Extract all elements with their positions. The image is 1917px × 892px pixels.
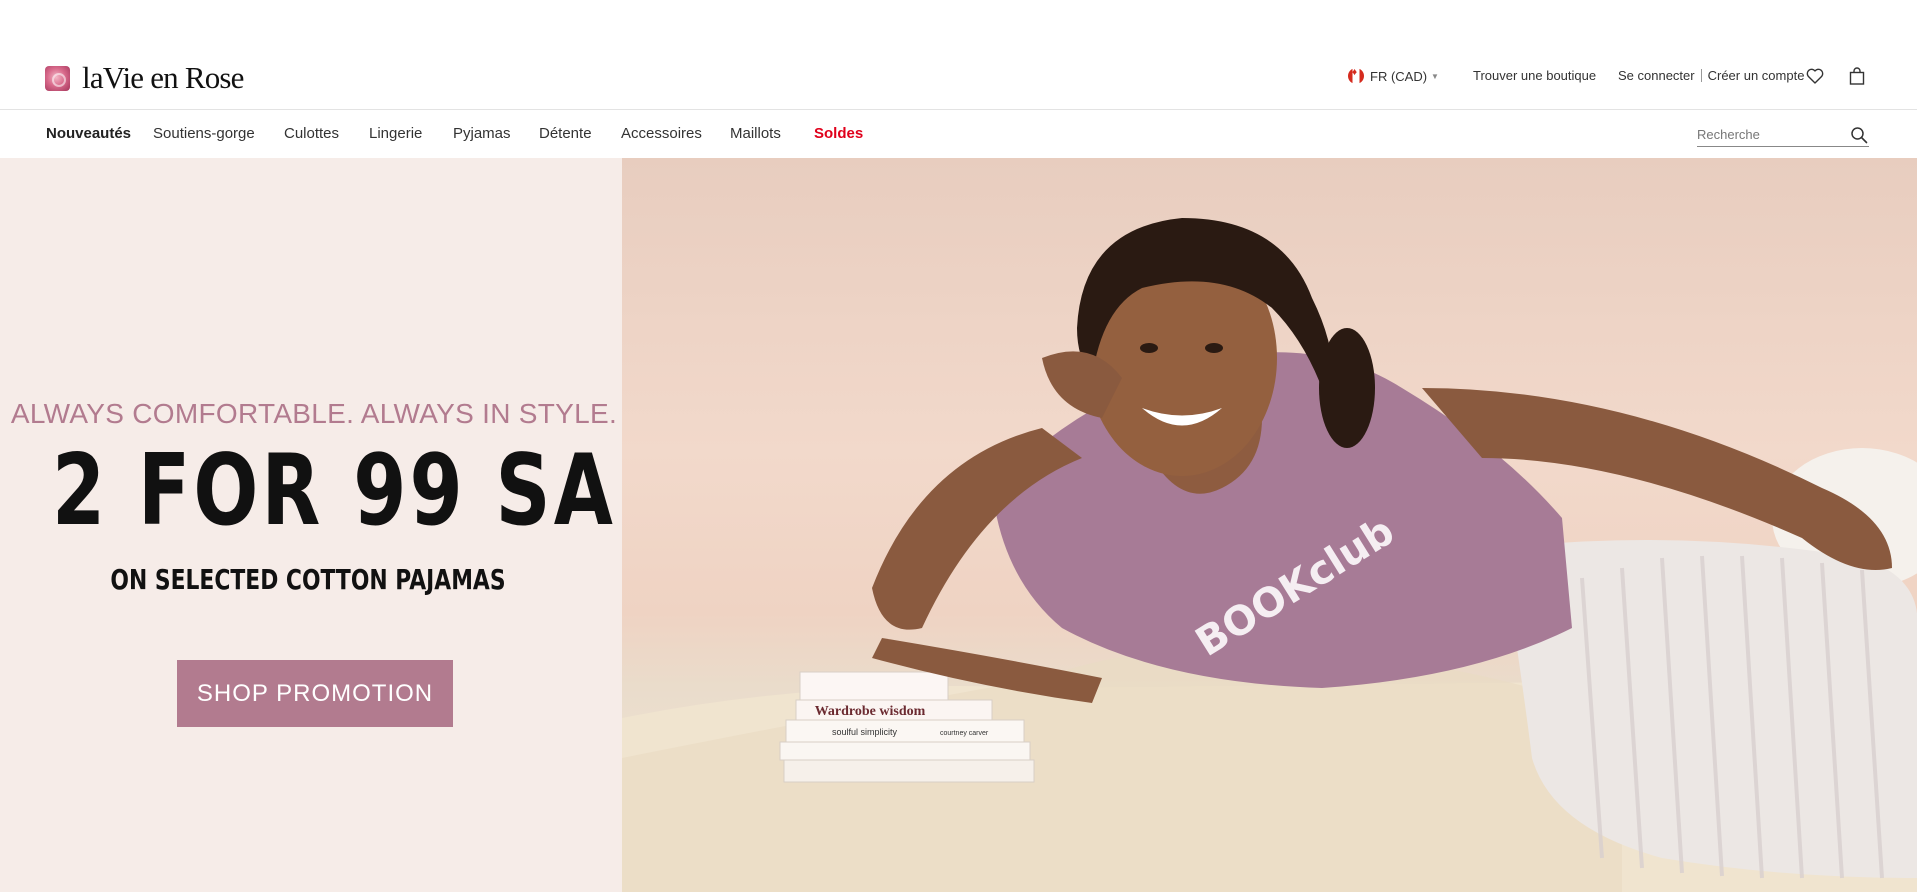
hero-banner: ALWAYS COMFORTABLE. ALWAYS IN STYLE. 2 F… [0,158,1917,892]
hero-promo-panel: ALWAYS COMFORTABLE. ALWAYS IN STYLE. 2 F… [0,158,675,892]
ponytail [1319,328,1375,448]
book-title-soulful: soulful simplicity [832,727,898,737]
brand-logo[interactable]: laVie en Rose [45,60,244,96]
site-header: laVie en Rose FR (CAD) ▼ Trouver une bou… [0,0,1917,110]
nav-item-accessoires[interactable]: Accessoires [621,125,702,142]
account-links: Se connecter Créer un compte [1618,68,1804,83]
book-author: courtney carver [940,730,989,737]
shopping-bag-icon[interactable] [1849,67,1865,85]
login-link[interactable]: Se connecter [1618,68,1695,83]
register-link[interactable]: Créer un compte [1708,68,1805,83]
divider [1700,69,1702,82]
hero-offer-subline: ON SELECTED COTTON PAJAMAS [110,563,506,596]
nav-item-maillots[interactable]: Maillots [730,125,781,142]
nav-item-lingerie[interactable]: Lingerie [369,125,422,142]
heart-icon[interactable] [1806,68,1824,84]
nav-item-pyjamas[interactable]: Pyjamas [453,125,511,142]
rose-logo-icon [45,65,70,91]
hero-offer-headline: 2 FOR 99 SAR [52,434,678,548]
locale-label: FR (CAD) [1370,68,1428,84]
chevron-down-icon: ▼ [1431,71,1439,81]
model-in-pajamas-illustration: Wardrobe wisdom soulful simplicity court… [622,218,1917,892]
bed-blanket [622,646,1622,892]
find-store-link[interactable]: Trouver une boutique [1473,68,1596,83]
locale-selector[interactable]: FR (CAD) ▼ [1348,67,1439,84]
nav-item-detente[interactable]: Détente [539,125,592,142]
nav-item-culottes[interactable]: Culottes [284,125,339,142]
canada-flag-icon [1348,67,1364,84]
brand-name: laVie en Rose [82,60,244,95]
main-navigation: Nouveautés Soutiens-gorge Culottes Linge… [0,111,1917,158]
nav-item-soldes[interactable]: Soldes [814,125,863,142]
hero-tagline: ALWAYS COMFORTABLE. ALWAYS IN STYLE. [10,398,618,429]
search-icon[interactable] [1850,126,1868,144]
hero-image[interactable]: Wardrobe wisdom soulful simplicity court… [622,158,1917,892]
nav-item-soutiens-gorge[interactable]: Soutiens-gorge [153,125,255,142]
nav-item-nouveautes[interactable]: Nouveautés [46,125,131,142]
search-input[interactable] [1697,123,1869,147]
book-title-wardrobe: Wardrobe wisdom [815,704,926,719]
shop-promotion-button[interactable]: SHOP PROMOTION [177,660,453,727]
